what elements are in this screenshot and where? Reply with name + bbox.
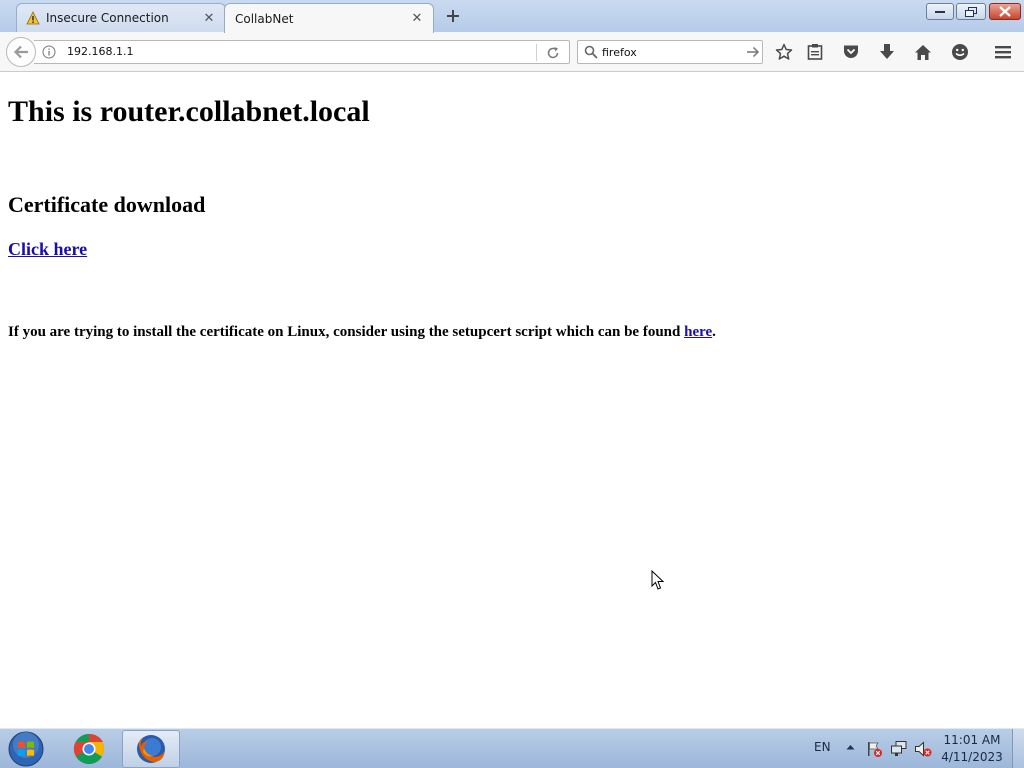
linux-note-period: . xyxy=(712,324,716,340)
firefox-icon xyxy=(137,735,165,763)
minimize-icon xyxy=(935,10,945,13)
show-hidden-icons-button[interactable] xyxy=(844,741,856,753)
minimize-button[interactable] xyxy=(926,3,954,20)
restore-button[interactable] xyxy=(956,3,986,20)
close-tab-icon[interactable]: ✕ xyxy=(201,10,217,26)
navigation-toolbar: 192.168.1.1 xyxy=(0,32,1024,72)
home-icon xyxy=(915,44,931,60)
clock-time[interactable]: 11:01 AM xyxy=(936,733,1008,747)
reading-list-button[interactable] xyxy=(805,42,825,62)
taskbar-chrome-button[interactable] xyxy=(60,730,118,768)
search-bar[interactable] xyxy=(577,40,763,64)
certificate-download-heading: Certificate download xyxy=(8,192,206,217)
close-tab-icon[interactable]: ✕ xyxy=(409,11,425,27)
info-icon[interactable] xyxy=(42,45,56,59)
start-button[interactable] xyxy=(6,730,46,768)
download-arrow-icon xyxy=(880,44,894,59)
url-divider xyxy=(536,44,537,61)
click-here-link[interactable]: Click here xyxy=(8,239,87,260)
show-desktop-button[interactable] xyxy=(1012,729,1024,768)
url-bar[interactable]: 192.168.1.1 xyxy=(34,40,570,64)
chevron-up-icon xyxy=(846,745,854,750)
clock-date[interactable]: 4/11/2023 xyxy=(936,750,1008,764)
smiley-chat-icon xyxy=(952,44,968,60)
menu-button[interactable] xyxy=(993,42,1013,62)
hello-button[interactable] xyxy=(950,42,970,62)
page-content: This is router.collabnet.local Certifica… xyxy=(0,73,1024,728)
hamburger-menu-icon xyxy=(995,46,1011,59)
reload-button[interactable] xyxy=(544,44,562,62)
language-indicator[interactable]: EN xyxy=(814,740,831,754)
tab-label: CollabNet xyxy=(235,11,294,26)
bookmark-star-button[interactable] xyxy=(774,42,794,62)
volume-muted-icon[interactable] xyxy=(914,740,932,758)
arrow-right-icon[interactable] xyxy=(746,45,760,59)
back-arrow-icon xyxy=(13,45,28,59)
windows-start-icon xyxy=(8,731,44,767)
taskbar: EN 11:01 AM 4/11/2023 xyxy=(0,728,1024,768)
downloads-button[interactable] xyxy=(877,42,897,62)
page-title: This is router.collabnet.local xyxy=(8,95,370,128)
action-center-flag-icon[interactable] xyxy=(865,740,883,758)
warning-icon xyxy=(26,11,40,25)
restore-icon xyxy=(965,6,977,17)
network-icon[interactable] xyxy=(890,740,908,758)
home-button[interactable] xyxy=(913,42,933,62)
tab-insecure-connection[interactable]: Insecure Connection ✕ xyxy=(16,3,226,32)
tab-collabnet[interactable]: CollabNet ✕ xyxy=(224,3,434,33)
linux-note-text: If you are trying to install the certifi… xyxy=(8,324,685,340)
close-icon xyxy=(999,6,1011,17)
url-text[interactable]: 192.168.1.1 xyxy=(67,45,133,58)
title-bar: Insecure Connection ✕ CollabNet ✕ xyxy=(0,0,1024,33)
close-window-button[interactable] xyxy=(989,3,1021,20)
tab-label: Insecure Connection xyxy=(46,11,169,25)
clipboard-icon xyxy=(807,44,823,60)
chrome-icon xyxy=(73,733,105,765)
plus-icon xyxy=(447,10,459,22)
back-button[interactable] xyxy=(6,37,36,67)
reload-icon xyxy=(547,47,559,59)
taskbar-firefox-button[interactable] xyxy=(122,730,180,768)
new-tab-button[interactable] xyxy=(444,7,462,25)
pocket-button[interactable] xyxy=(841,42,861,62)
search-input[interactable] xyxy=(602,44,742,61)
star-icon xyxy=(775,43,793,60)
search-icon xyxy=(584,45,598,59)
mouse-cursor-icon xyxy=(651,570,665,590)
linux-note: If you are trying to install the certifi… xyxy=(8,324,716,341)
setupcert-here-link[interactable]: here xyxy=(684,324,712,340)
pocket-icon xyxy=(844,45,858,58)
